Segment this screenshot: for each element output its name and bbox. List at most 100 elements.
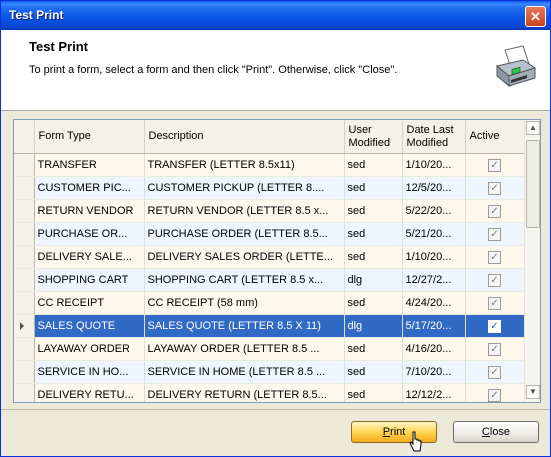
- row-indicator[interactable]: [14, 383, 35, 402]
- row-indicator[interactable]: [14, 222, 35, 246]
- row-indicator[interactable]: [14, 176, 35, 200]
- active-checkbox[interactable]: ✓: [488, 227, 501, 241]
- table-row[interactable]: TRANSFER TRANSFER (LETTER 8.5x11) sed 1/10/…: [14, 153, 525, 177]
- table-row[interactable]: SHOPPING CART SHOPPING CART (LETTER 8.5 x…: [14, 268, 525, 292]
- cell-description[interactable]: CUSTOMER PICKUP (LETTER 8....: [144, 176, 345, 200]
- cell-date-last-modified[interactable]: 5/17/20...: [402, 314, 466, 338]
- cell-description[interactable]: LAYAWAY ORDER (LETTER 8.5 ...: [144, 337, 345, 361]
- cell-form-type[interactable]: TRANSFER: [34, 153, 145, 177]
- cell-date-last-modified[interactable]: 1/10/20...: [402, 245, 466, 269]
- scroll-up-arrow-icon[interactable]: ▲: [526, 121, 540, 135]
- cell-active[interactable]: ✓: [465, 245, 525, 269]
- cell-date-last-modified[interactable]: 4/24/20...: [402, 291, 466, 315]
- close-button[interactable]: Close: [453, 421, 539, 443]
- active-checkbox[interactable]: ✓: [488, 365, 501, 379]
- cell-form-type[interactable]: RETURN VENDOR: [34, 199, 145, 223]
- cell-description[interactable]: PURCHASE ORDER (LETTER 8.5...: [144, 222, 345, 246]
- cell-description[interactable]: DELIVERY SALES ORDER (LETTE...: [144, 245, 345, 269]
- cell-active[interactable]: ✓: [465, 199, 525, 223]
- cell-user-modified[interactable]: dlg: [344, 314, 403, 338]
- cell-form-type[interactable]: DELIVERY SALE...: [34, 245, 145, 269]
- cell-date-last-modified[interactable]: 4/16/20...: [402, 337, 466, 361]
- cell-user-modified[interactable]: sed: [344, 383, 403, 402]
- cell-description[interactable]: DELIVERY RETURN (LETTER 8.5...: [144, 383, 345, 402]
- cell-date-last-modified[interactable]: 1/10/20...: [402, 153, 466, 177]
- vertical-scrollbar[interactable]: ▲ ▼: [524, 120, 540, 402]
- cell-active[interactable]: ✓: [465, 337, 525, 361]
- cell-form-type[interactable]: SALES QUOTE: [34, 314, 145, 338]
- cell-active[interactable]: ✓: [465, 268, 525, 292]
- row-indicator[interactable]: [14, 337, 35, 361]
- table-row[interactable]: CUSTOMER PIC... CUSTOMER PICKUP (LETTER 8…: [14, 176, 525, 200]
- title-bar[interactable]: Test Print ✕: [1, 1, 550, 30]
- active-checkbox[interactable]: ✓: [488, 273, 501, 287]
- cell-user-modified[interactable]: sed: [344, 337, 403, 361]
- column-header-user-modified[interactable]: User Modified: [344, 120, 403, 154]
- cell-active[interactable]: ✓: [465, 153, 525, 177]
- row-indicator[interactable]: [14, 153, 35, 177]
- cell-user-modified[interactable]: sed: [344, 291, 403, 315]
- print-button[interactable]: Print: [351, 421, 437, 443]
- table-row[interactable]: PURCHASE OR... PURCHASE ORDER (LETTER 8.5…: [14, 222, 525, 246]
- cell-date-last-modified[interactable]: 12/27/2...: [402, 268, 466, 292]
- cell-active[interactable]: ✓: [465, 314, 525, 338]
- table-row[interactable]: DELIVERY SALE... DELIVERY SALES ORDER (LE…: [14, 245, 525, 269]
- cell-description[interactable]: TRANSFER (LETTER 8.5x11): [144, 153, 345, 177]
- cell-description[interactable]: CC RECEIPT (58 mm): [144, 291, 345, 315]
- cell-user-modified[interactable]: dlg: [344, 268, 403, 292]
- row-indicator[interactable]: [14, 360, 35, 384]
- cell-date-last-modified[interactable]: 12/5/20...: [402, 176, 466, 200]
- table-row[interactable]: SERVICE IN HO... SERVICE IN HOME (LETTER …: [14, 360, 525, 384]
- cell-form-type[interactable]: SHOPPING CART: [34, 268, 145, 292]
- cell-active[interactable]: ✓: [465, 291, 525, 315]
- row-indicator[interactable]: [14, 314, 35, 338]
- active-checkbox[interactable]: ✓: [488, 158, 501, 172]
- table-row[interactable]: RETURN VENDOR RETURN VENDOR (LETTER 8.5 x…: [14, 199, 525, 223]
- cell-user-modified[interactable]: sed: [344, 222, 403, 246]
- cell-form-type[interactable]: SERVICE IN HO...: [34, 360, 145, 384]
- table-row[interactable]: SALES QUOTE SALES QUOTE (LETTER 8.5 X 11)…: [14, 314, 525, 338]
- cell-active[interactable]: ✓: [465, 360, 525, 384]
- active-checkbox[interactable]: ✓: [488, 319, 501, 333]
- active-checkbox[interactable]: ✓: [488, 388, 501, 402]
- cell-active[interactable]: ✓: [465, 383, 525, 402]
- active-checkbox[interactable]: ✓: [488, 250, 501, 264]
- active-checkbox[interactable]: ✓: [488, 204, 501, 218]
- cell-form-type[interactable]: LAYAWAY ORDER: [34, 337, 145, 361]
- cell-user-modified[interactable]: sed: [344, 176, 403, 200]
- cell-user-modified[interactable]: sed: [344, 360, 403, 384]
- window-close-button[interactable]: ✕: [525, 6, 546, 27]
- cell-user-modified[interactable]: sed: [344, 153, 403, 177]
- scroll-down-arrow-icon[interactable]: ▼: [526, 385, 540, 399]
- table-row[interactable]: DELIVERY RETU... DELIVERY RETURN (LETTER …: [14, 383, 525, 402]
- active-checkbox[interactable]: ✓: [488, 296, 501, 310]
- column-header-date-last-modified[interactable]: Date Last Modified: [402, 120, 466, 154]
- row-indicator[interactable]: [14, 199, 35, 223]
- scrollbar-thumb[interactable]: [526, 140, 540, 228]
- cell-date-last-modified[interactable]: 5/22/20...: [402, 199, 466, 223]
- cell-active[interactable]: ✓: [465, 222, 525, 246]
- cell-description[interactable]: RETURN VENDOR (LETTER 8.5 x...: [144, 199, 345, 223]
- cell-date-last-modified[interactable]: 5/21/20...: [402, 222, 466, 246]
- cell-form-type[interactable]: PURCHASE OR...: [34, 222, 145, 246]
- cell-form-type[interactable]: DELIVERY RETU...: [34, 383, 145, 402]
- cell-form-type[interactable]: CC RECEIPT: [34, 291, 145, 315]
- column-header-description[interactable]: Description: [144, 120, 345, 154]
- active-checkbox[interactable]: ✓: [488, 181, 501, 195]
- cell-active[interactable]: ✓: [465, 176, 525, 200]
- table-row[interactable]: LAYAWAY ORDER LAYAWAY ORDER (LETTER 8.5 .…: [14, 337, 525, 361]
- cell-user-modified[interactable]: sed: [344, 245, 403, 269]
- cell-user-modified[interactable]: sed: [344, 199, 403, 223]
- cell-form-type[interactable]: CUSTOMER PIC...: [34, 176, 145, 200]
- column-header-form-type[interactable]: Form Type: [34, 120, 145, 154]
- row-indicator[interactable]: [14, 245, 35, 269]
- column-header-active[interactable]: Active: [465, 120, 525, 154]
- cell-date-last-modified[interactable]: 12/12/2...: [402, 383, 466, 402]
- cell-description[interactable]: SALES QUOTE (LETTER 8.5 X 11): [144, 314, 345, 338]
- cell-description[interactable]: SHOPPING CART (LETTER 8.5 x...: [144, 268, 345, 292]
- table-row[interactable]: CC RECEIPT CC RECEIPT (58 mm) sed 4/24/20..…: [14, 291, 525, 315]
- row-indicator[interactable]: [14, 268, 35, 292]
- active-checkbox[interactable]: ✓: [488, 342, 501, 356]
- cell-date-last-modified[interactable]: 7/10/20...: [402, 360, 466, 384]
- cell-description[interactable]: SERVICE IN HOME (LETTER 8.5 ...: [144, 360, 345, 384]
